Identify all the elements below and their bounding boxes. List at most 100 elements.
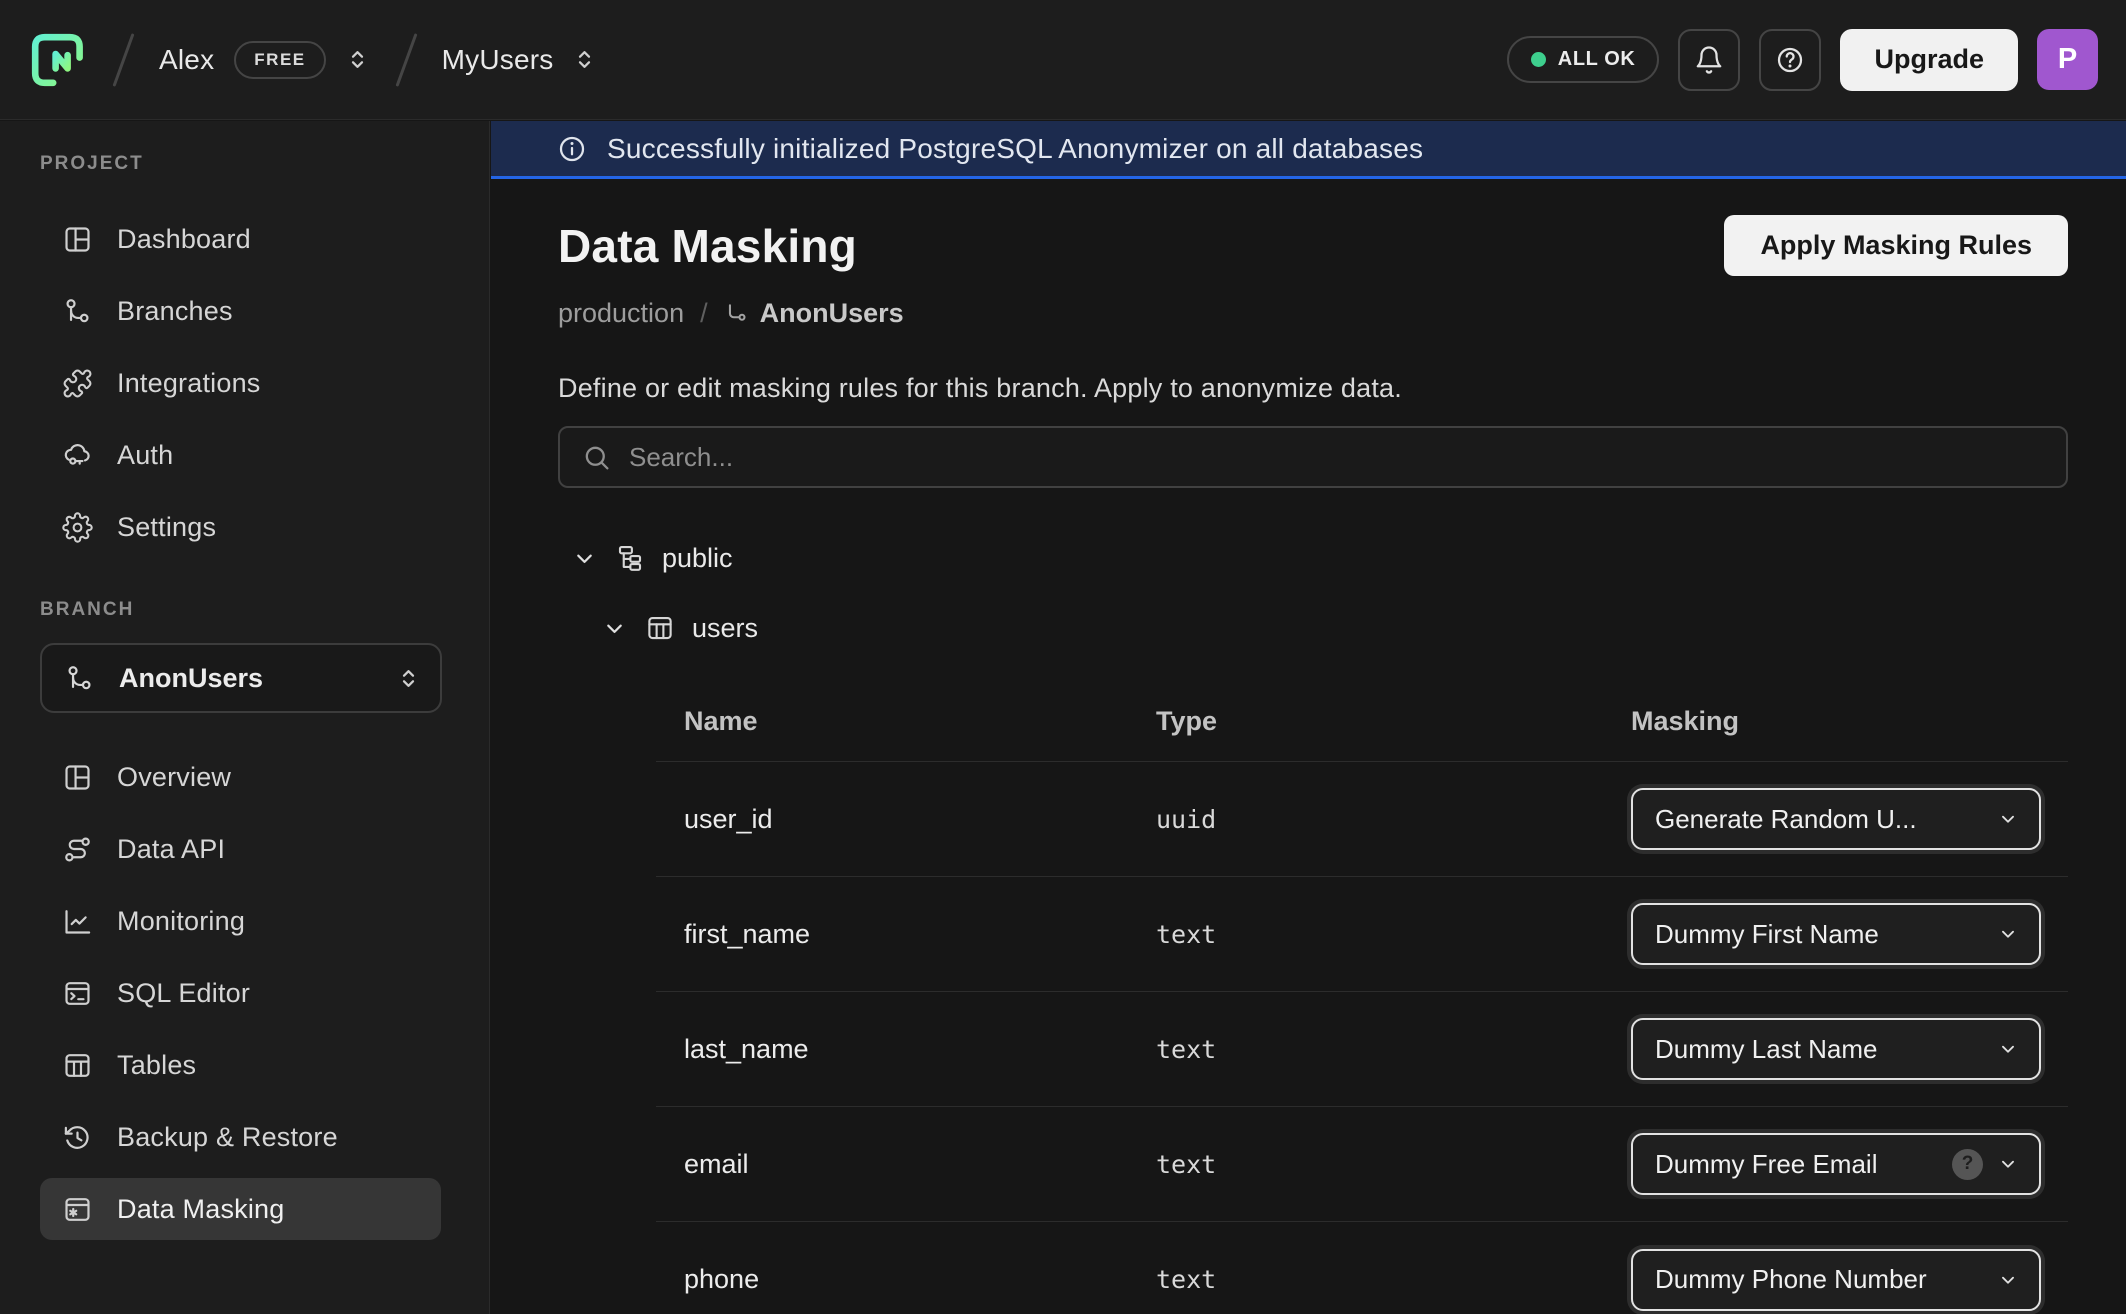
- branches-icon: [62, 296, 93, 327]
- column-type: uuid: [1156, 805, 1631, 834]
- chevron-down-icon[interactable]: [571, 545, 598, 572]
- column-name: email: [684, 1149, 1156, 1180]
- schema-icon: [615, 543, 645, 573]
- help-circle-icon: [1775, 45, 1805, 75]
- breadcrumb-branch[interactable]: AnonUsers: [760, 298, 904, 329]
- schema-name: public: [662, 543, 733, 574]
- overview-icon: [62, 762, 93, 793]
- masking-rule-select[interactable]: Dummy First Name: [1631, 903, 2041, 965]
- banner-message: Successfully initialized PostgreSQL Anon…: [607, 133, 1423, 165]
- masking-rules-table: Name Type Masking user_id uuid Generate …: [656, 682, 2068, 1314]
- masking-rule-value: Dummy Last Name: [1655, 1034, 1983, 1065]
- masking-rule-value: Generate Random U...: [1655, 804, 1983, 835]
- history-icon: [62, 1122, 93, 1153]
- main-content: Successfully initialized PostgreSQL Anon…: [491, 121, 2126, 1314]
- plan-badge: FREE: [234, 41, 325, 79]
- sidebar: PROJECT Dashboard Branches Integrations …: [0, 121, 490, 1314]
- neon-logo[interactable]: [28, 29, 88, 91]
- sidebar-item-integrations[interactable]: Integrations: [40, 352, 441, 414]
- sidebar-item-data-masking[interactable]: Data Masking: [40, 1178, 441, 1240]
- branch-selector[interactable]: AnonUsers: [40, 643, 442, 713]
- breadcrumb-project[interactable]: production: [558, 298, 684, 329]
- sidebar-item-label: Overview: [117, 762, 231, 793]
- sidebar-item-monitoring[interactable]: Monitoring: [40, 890, 441, 952]
- child-branch-icon: [724, 301, 750, 327]
- table-row: first_name text Dummy First Name: [656, 877, 2068, 992]
- dashboard-icon: [62, 224, 93, 255]
- app-window: Alex FREE MyUsers ALL OK Upgrade P PROJE…: [0, 0, 2126, 1314]
- tree-node-schema[interactable]: public: [571, 534, 2068, 582]
- apply-masking-rules-button[interactable]: Apply Masking Rules: [1724, 215, 2068, 276]
- column-type: text: [1156, 1265, 1631, 1294]
- column-type: text: [1156, 1150, 1631, 1179]
- topbar-actions: ALL OK Upgrade P: [1507, 29, 2098, 91]
- help-button[interactable]: [1759, 29, 1821, 91]
- column-name: last_name: [684, 1034, 1156, 1065]
- masking-rule-select[interactable]: Dummy Last Name: [1631, 1018, 2041, 1080]
- sidebar-item-data-api[interactable]: Data API: [40, 818, 441, 880]
- project-switcher[interactable]: MyUsers: [442, 44, 599, 76]
- upgrade-button[interactable]: Upgrade: [1840, 29, 2018, 91]
- chevron-down-icon: [1997, 923, 2019, 945]
- masking-rule-value: Dummy Phone Number: [1655, 1264, 1983, 1295]
- chevron-down-icon: [1997, 1153, 2019, 1175]
- masking-rule-value: Dummy Free Email: [1655, 1149, 1938, 1180]
- branch-icon: [64, 663, 95, 694]
- topbar: Alex FREE MyUsers ALL OK Upgrade P: [0, 0, 2126, 120]
- column-type: text: [1156, 1035, 1631, 1064]
- sidebar-item-tables[interactable]: Tables: [40, 1034, 441, 1096]
- project-section-label: PROJECT: [40, 153, 489, 175]
- masking-rule-select[interactable]: Dummy Phone Number: [1631, 1249, 2041, 1311]
- table-row: email text Dummy Free Email ?: [656, 1107, 2068, 1222]
- column-type: text: [1156, 920, 1631, 949]
- chevrons-updown-icon: [344, 46, 371, 73]
- table-icon: [645, 613, 675, 643]
- line-chart-icon: [62, 906, 93, 937]
- help-badge-icon[interactable]: ?: [1952, 1149, 1983, 1180]
- project-name: MyUsers: [442, 44, 554, 76]
- sidebar-item-label: Settings: [117, 512, 216, 543]
- route-icon: [62, 834, 93, 865]
- column-name: user_id: [684, 804, 1156, 835]
- chevron-down-icon[interactable]: [601, 615, 628, 642]
- sidebar-item-dashboard[interactable]: Dashboard: [40, 208, 441, 270]
- column-name: phone: [684, 1264, 1156, 1295]
- breadcrumb-slash: [113, 33, 135, 87]
- table-icon: [62, 1050, 93, 1081]
- sidebar-item-label: Monitoring: [117, 906, 245, 937]
- sidebar-item-label: Branches: [117, 296, 233, 327]
- sidebar-item-auth[interactable]: Auth: [40, 424, 441, 486]
- column-header-masking: Masking: [1631, 706, 2068, 737]
- user-avatar[interactable]: P: [2037, 29, 2098, 90]
- sidebar-item-branches[interactable]: Branches: [40, 280, 441, 342]
- status-badge[interactable]: ALL OK: [1507, 36, 1660, 83]
- status-label: ALL OK: [1558, 48, 1636, 71]
- sidebar-item-label: Data Masking: [117, 1194, 284, 1225]
- org-switcher[interactable]: Alex FREE: [159, 41, 371, 79]
- tree-node-table[interactable]: users: [601, 604, 2068, 652]
- search-input[interactable]: [629, 442, 2044, 473]
- sidebar-item-label: SQL Editor: [117, 978, 250, 1009]
- breadcrumb-separator: /: [700, 298, 708, 329]
- sidebar-item-overview[interactable]: Overview: [40, 746, 441, 808]
- data-masking-icon: [62, 1194, 93, 1225]
- status-dot-icon: [1531, 52, 1546, 67]
- sidebar-item-backup-restore[interactable]: Backup & Restore: [40, 1106, 441, 1168]
- sidebar-item-settings[interactable]: Settings: [40, 496, 441, 558]
- schema-tree: public users: [558, 534, 2068, 652]
- terminal-icon: [62, 978, 93, 1009]
- page-title: Data Masking: [558, 219, 857, 273]
- notifications-button[interactable]: [1678, 29, 1740, 91]
- table-row: phone text Dummy Phone Number: [656, 1222, 2068, 1314]
- column-name: first_name: [684, 919, 1156, 950]
- breadcrumb: production / AnonUsers: [558, 298, 2068, 329]
- masking-rule-select[interactable]: Dummy Free Email ?: [1631, 1133, 2041, 1195]
- masking-rule-select[interactable]: Generate Random U...: [1631, 788, 2041, 850]
- masking-rule-value: Dummy First Name: [1655, 919, 1983, 950]
- sidebar-item-sql-editor[interactable]: SQL Editor: [40, 962, 441, 1024]
- table-header-row: Name Type Masking: [656, 682, 2068, 762]
- org-name: Alex: [159, 44, 214, 76]
- column-header-type: Type: [1156, 706, 1631, 737]
- chevrons-updown-icon: [395, 665, 422, 692]
- chevron-down-icon: [1997, 1038, 2019, 1060]
